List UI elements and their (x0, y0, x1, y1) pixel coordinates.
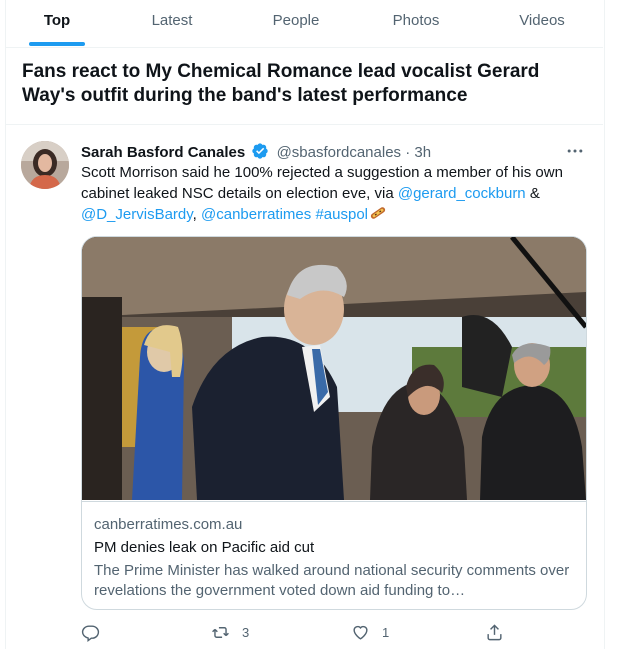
heart-icon (353, 625, 368, 640)
retweet-button[interactable]: 3 (211, 620, 249, 644)
author-name[interactable]: Sarah Basford Canales (81, 144, 245, 161)
tab-videos[interactable]: Videos (507, 0, 577, 47)
link-card[interactable]: canberratimes.com.au PM denies leak on P… (81, 236, 587, 610)
retweet-icon (212, 626, 229, 638)
tab-top[interactable]: Top (30, 0, 84, 47)
tab-photos[interactable]: Photos (383, 0, 449, 47)
avatar[interactable] (21, 141, 69, 189)
link-card-body: canberratimes.com.au PM denies leak on P… (82, 501, 586, 609)
mention-link[interactable]: @D_JervisBardy (81, 206, 193, 223)
section-divider (5, 124, 603, 125)
topic-headline[interactable]: Fans react to My Chemical Romance lead v… (22, 60, 582, 108)
mention-link[interactable]: @gerard_cockburn (398, 185, 526, 202)
article-photo[interactable] (82, 237, 586, 500)
tweet-actions: 3 1 (81, 620, 591, 644)
like-button[interactable]: 1 (351, 620, 389, 644)
reply-button[interactable] (81, 620, 112, 644)
tweet-timestamp[interactable]: 3h (414, 144, 431, 161)
card-title: PM denies leak on Pacific aid cut (94, 539, 315, 556)
author-handle[interactable]: @sbasfordcanales (277, 144, 401, 161)
hashtag-link[interactable]: #auspol (315, 206, 368, 223)
share-button[interactable] (485, 620, 504, 644)
tweet-header: Sarah Basford Canales @sbasfordcanales ·… (81, 142, 551, 162)
more-icon[interactable] (565, 141, 589, 161)
tab-people[interactable]: People (259, 0, 333, 47)
tweet-text: Scott Morrison said he 100% rejected a s… (81, 163, 581, 229)
retweet-count: 3 (242, 624, 250, 640)
tweet-text-part: & (525, 184, 540, 202)
tab-latest[interactable]: Latest (137, 0, 207, 47)
card-domain: canberratimes.com.au (94, 516, 243, 533)
search-tabs: Top Latest People Photos Videos (5, 0, 603, 48)
tweet-text-part: , (192, 206, 201, 223)
like-count: 1 (382, 624, 390, 640)
card-description: The Prime Minister has walked around nat… (94, 562, 570, 599)
reply-icon (81, 624, 100, 642)
active-tab-indicator (29, 42, 85, 46)
mention-link[interactable]: @canberratimes (201, 206, 311, 223)
share-icon (487, 623, 502, 640)
avatar-photo (21, 141, 69, 189)
snowboard-emoji-icon (369, 204, 387, 229)
meta-separator: · (405, 144, 411, 161)
